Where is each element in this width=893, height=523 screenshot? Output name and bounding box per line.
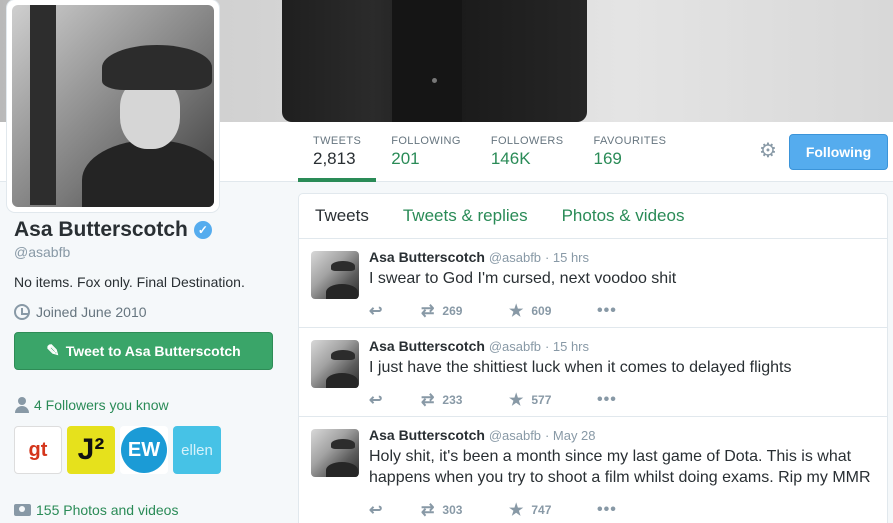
stat-label: FAVOURITES: [593, 135, 667, 147]
tweet-actions: ↩ ⇄ 303 ★ 747 •••: [369, 494, 875, 523]
star-icon: ★: [509, 303, 524, 320]
tab-photos-videos[interactable]: Photos & videos: [562, 206, 685, 226]
tweet-author-handle[interactable]: @asabfb: [489, 250, 541, 265]
timeline-tabs: Tweets Tweets & replies Photos & videos: [299, 194, 887, 239]
profile-handle[interactable]: @asabfb: [14, 244, 284, 260]
tweet-text: I just have the shittiest luck when it c…: [369, 359, 792, 376]
gt-logo-avatar[interactable]: gt: [14, 426, 62, 474]
tweet-actions: ↩ ⇄ 233 ★ 577 •••: [369, 384, 875, 416]
favorite-button[interactable]: ★ 609: [509, 301, 597, 321]
photos-videos-label: 155 Photos and videos: [36, 502, 179, 518]
profile-card: Asa Butterscotch ✓ @asabfb No items. Fox…: [14, 218, 284, 320]
retweet-icon: ⇄: [421, 502, 435, 519]
clock-icon: [14, 304, 30, 320]
followers-you-know-link[interactable]: 4 Followers you know: [14, 397, 169, 413]
stat-value: 201: [391, 149, 420, 168]
stat-following[interactable]: FOLLOWING 201: [376, 122, 476, 182]
profile-bio: No items. Fox only. Final Destination.: [14, 274, 245, 290]
stat-followers[interactable]: FOLLOWERS 146K: [476, 122, 579, 182]
retweet-button[interactable]: ⇄ 269: [421, 301, 509, 321]
star-icon: ★: [509, 502, 524, 519]
followers-you-know-avatars: gt J² EW ellen: [14, 426, 221, 474]
tab-tweets[interactable]: Tweets: [315, 206, 369, 226]
stat-value: 2,813: [313, 149, 356, 168]
tweet-timestamp[interactable]: · May 28: [545, 428, 596, 443]
retweet-count: 233: [442, 393, 463, 407]
favorite-count: 747: [531, 503, 552, 517]
following-button[interactable]: Following: [789, 134, 888, 170]
more-options-icon[interactable]: •••: [597, 391, 617, 409]
profile-stats: TWEETS 2,813 FOLLOWING 201 FOLLOWERS 146…: [298, 122, 681, 182]
retweet-count: 269: [442, 304, 463, 318]
profile-name[interactable]: Asa Butterscotch: [14, 218, 188, 242]
compose-icon: ✎: [46, 343, 60, 360]
followers-you-know-label: 4 Followers you know: [34, 397, 169, 413]
favorite-count: 609: [531, 304, 552, 318]
stat-label: TWEETS: [313, 135, 362, 147]
tweet-author-name[interactable]: Asa Butterscotch: [369, 249, 485, 265]
reply-icon[interactable]: ↩: [369, 390, 421, 410]
favorite-button[interactable]: ★ 747: [509, 500, 597, 520]
photos-videos-link[interactable]: 155 Photos and videos: [14, 502, 178, 518]
person-icon: [14, 397, 30, 413]
tweet-author-handle[interactable]: @asabfb: [489, 339, 541, 354]
tweet-timestamp[interactable]: · 15 hrs: [545, 250, 589, 265]
tweet-text: Holy shit, it's been a month since my la…: [369, 448, 871, 486]
ellen-logo-avatar[interactable]: ellen: [173, 426, 221, 474]
reply-icon[interactable]: ↩: [369, 500, 421, 520]
retweet-button[interactable]: ⇄ 303: [421, 500, 509, 520]
tweet-text: I swear to God I'm cursed, next voodoo s…: [369, 270, 677, 287]
tweet-to-button[interactable]: ✎ Tweet to Asa Butterscotch: [14, 332, 273, 370]
stat-favourites[interactable]: FAVOURITES 169: [579, 122, 682, 182]
favorite-count: 577: [531, 393, 552, 407]
ew-logo-text: EW: [121, 427, 167, 473]
more-options-icon[interactable]: •••: [597, 302, 617, 320]
retweet-icon: ⇄: [421, 303, 435, 320]
tweet-avatar[interactable]: [311, 340, 359, 388]
favorite-button[interactable]: ★ 577: [509, 390, 597, 410]
tweet-to-label: Tweet to Asa Butterscotch: [65, 343, 241, 359]
profile-joined: Joined June 2010: [14, 304, 284, 320]
stat-tweets[interactable]: TWEETS 2,813: [298, 122, 377, 182]
tab-tweets-replies[interactable]: Tweets & replies: [403, 206, 528, 226]
stat-label: FOLLOWING: [391, 135, 461, 147]
tweet-item[interactable]: Asa Butterscotch @asabfb · 15 hrs I just…: [299, 328, 887, 417]
tweet-avatar[interactable]: [311, 251, 359, 299]
joined-text: Joined June 2010: [36, 304, 147, 320]
retweet-button[interactable]: ⇄ 233: [421, 390, 509, 410]
tweet-item[interactable]: Asa Butterscotch @asabfb · 15 hrs I swea…: [299, 239, 887, 328]
star-icon: ★: [509, 392, 524, 409]
ew-logo-avatar[interactable]: EW: [120, 426, 168, 474]
tweet-item[interactable]: Asa Butterscotch @asabfb · May 28 Holy s…: [299, 417, 887, 523]
reply-icon[interactable]: ↩: [369, 301, 421, 321]
tweet-actions: ↩ ⇄ 269 ★ 609 •••: [369, 295, 875, 327]
stat-value: 146K: [490, 149, 531, 168]
tweet-author-name[interactable]: Asa Butterscotch: [369, 338, 485, 354]
retweet-count: 303: [442, 503, 463, 517]
tweet-timestamp[interactable]: · 15 hrs: [545, 339, 589, 354]
profile-avatar[interactable]: [7, 0, 219, 212]
more-options-icon[interactable]: •••: [597, 501, 617, 519]
timeline: Tweets Tweets & replies Photos & videos …: [298, 193, 888, 523]
tweet-avatar[interactable]: [311, 429, 359, 477]
stat-value: 169: [593, 149, 622, 168]
camera-icon: [14, 504, 31, 516]
tweet-author-handle[interactable]: @asabfb: [489, 428, 541, 443]
tweet-author-name[interactable]: Asa Butterscotch: [369, 427, 485, 443]
j2-logo-avatar[interactable]: J²: [67, 426, 115, 474]
gear-icon[interactable]: ⚙: [757, 140, 779, 162]
verified-badge-icon: ✓: [193, 221, 212, 239]
retweet-icon: ⇄: [421, 392, 435, 409]
stat-label: FOLLOWERS: [490, 135, 564, 147]
